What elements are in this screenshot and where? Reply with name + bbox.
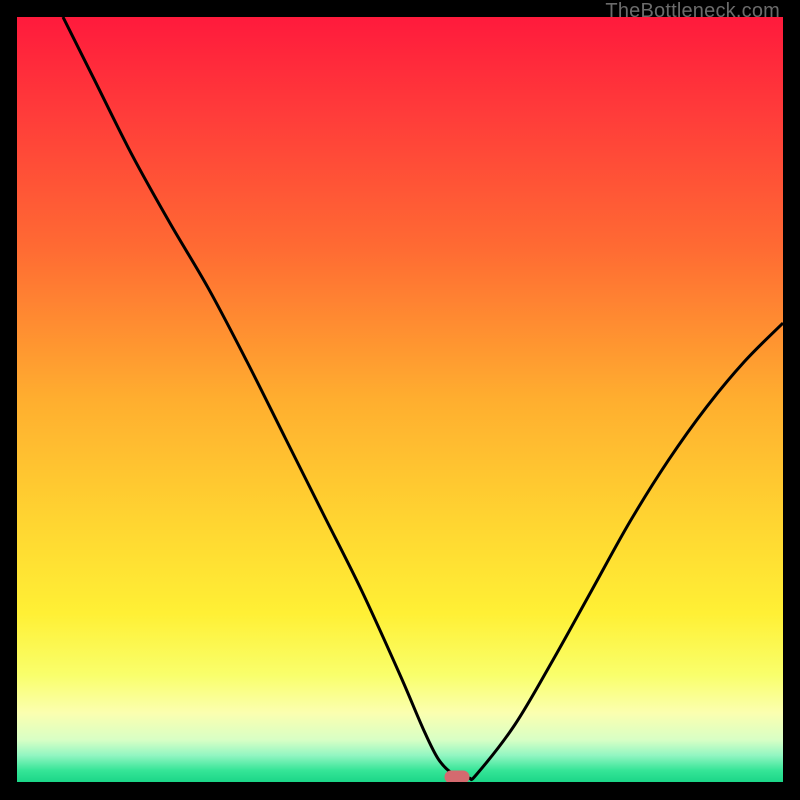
chart-stage: TheBottleneck.com xyxy=(0,0,800,800)
bottleneck-curve xyxy=(17,17,783,782)
watermark-text: TheBottleneck.com xyxy=(605,0,780,23)
plot-area xyxy=(17,17,783,782)
optimal-marker xyxy=(445,770,470,782)
